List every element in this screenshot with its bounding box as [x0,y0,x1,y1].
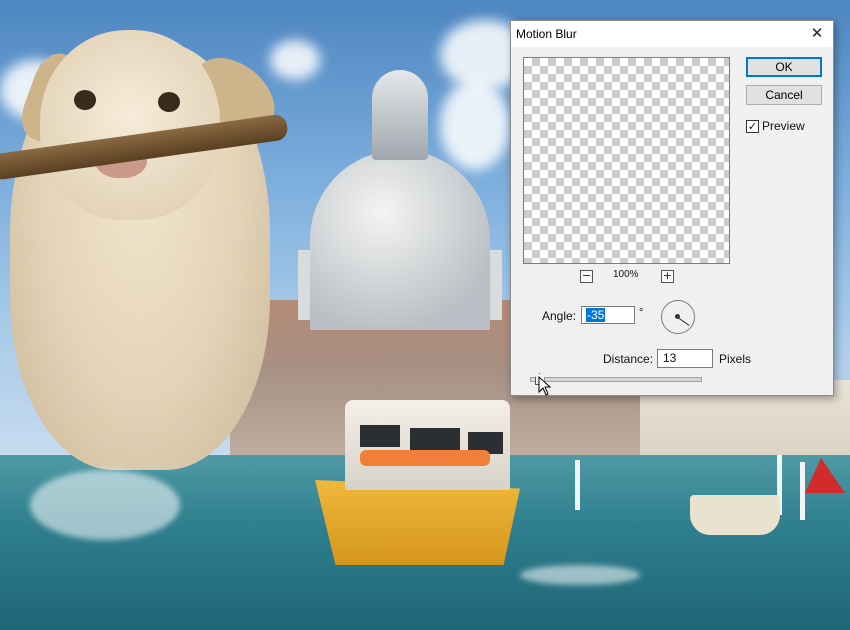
zoom-in-button[interactable]: + [661,270,674,283]
cloud [270,40,320,80]
distance-slider-track[interactable] [530,377,702,382]
yellow-boat-hull [315,480,520,565]
angle-dial-icon[interactable] [661,300,695,334]
preview-area[interactable] [523,57,730,264]
angle-label: Angle: [542,309,577,323]
motion-blur-dialog: Motion Blur ✕ − 100% + OK Cancel ✓ Previ… [510,20,834,396]
dog-head [40,30,220,220]
basilica-dome [310,150,490,330]
preview-checkbox[interactable]: ✓ [746,120,759,133]
basilica-lantern [372,70,428,160]
zoom-out-button[interactable]: − [580,270,593,283]
water-splash [30,470,180,540]
mooring-pole [800,462,805,520]
dial-center [675,314,680,319]
angle-input[interactable]: -35 [581,306,635,324]
boat-life-rings [360,450,490,466]
degree-unit: ° [639,307,644,319]
mouse-pointer-icon [538,376,552,396]
small-boat [690,495,780,535]
dog-eye [158,92,180,112]
dog-eye [74,90,96,110]
boat-window [410,428,460,450]
cloud [440,80,510,170]
distance-input[interactable]: 13 [657,349,713,368]
pixels-unit: Pixels [719,352,752,366]
cancel-button[interactable]: Cancel [746,85,822,105]
distance-label: Distance: [603,352,654,366]
close-icon[interactable]: ✕ [801,21,833,47]
water-splash [520,565,640,585]
preview-label[interactable]: Preview [762,119,805,133]
boat-window [360,425,400,447]
mooring-pole [575,460,580,510]
dialog-titlebar[interactable]: Motion Blur ✕ [511,21,833,47]
angle-value: -35 [586,308,606,322]
dialog-title: Motion Blur [516,27,577,41]
ok-button[interactable]: OK [746,57,822,77]
zoom-level: 100% [613,269,639,280]
